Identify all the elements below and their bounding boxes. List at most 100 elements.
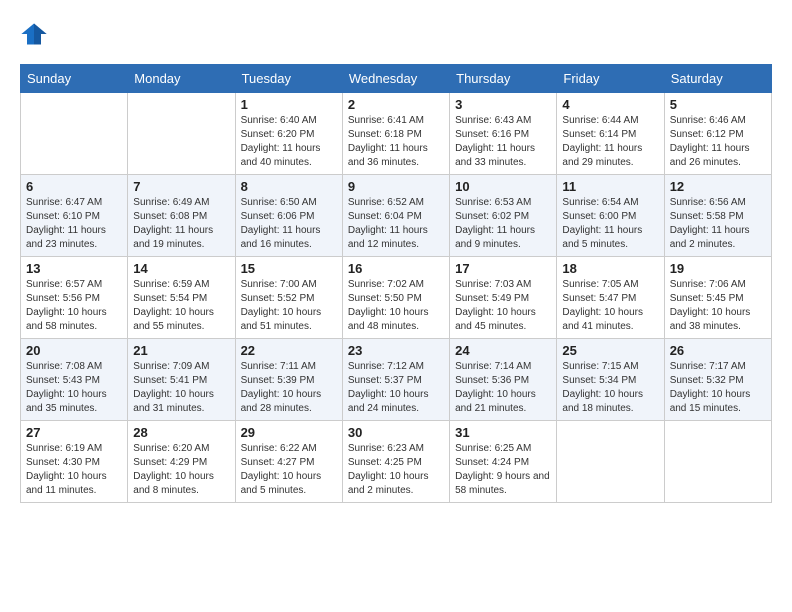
day-info: Sunrise: 7:14 AM Sunset: 5:36 PM Dayligh… xyxy=(455,360,551,416)
day-number: 25 xyxy=(562,343,658,358)
day-number: 14 xyxy=(133,261,229,276)
day-number: 24 xyxy=(455,343,551,358)
day-info: Sunrise: 7:05 AM Sunset: 5:47 PM Dayligh… xyxy=(562,278,658,334)
day-number: 15 xyxy=(241,261,337,276)
day-number: 30 xyxy=(348,425,444,440)
day-number: 8 xyxy=(241,179,337,194)
calendar-week-5: 27 Sunrise: 6:19 AM Sunset: 4:30 PM Dayli… xyxy=(21,421,772,503)
day-info: Sunrise: 7:02 AM Sunset: 5:50 PM Dayligh… xyxy=(348,278,444,334)
day-info: Sunrise: 7:00 AM Sunset: 5:52 PM Dayligh… xyxy=(241,278,337,334)
day-info: Sunrise: 6:43 AM Sunset: 6:16 PM Dayligh… xyxy=(455,114,551,170)
day-info: Sunrise: 7:06 AM Sunset: 5:45 PM Dayligh… xyxy=(670,278,766,334)
day-number: 2 xyxy=(348,97,444,112)
day-info: Sunrise: 6:47 AM Sunset: 6:10 PM Dayligh… xyxy=(26,196,122,252)
calendar-week-1: 1 Sunrise: 6:40 AM Sunset: 6:20 PM Daylig… xyxy=(21,93,772,175)
calendar-cell xyxy=(128,93,235,175)
day-number: 21 xyxy=(133,343,229,358)
calendar-week-3: 13Sunrise: 6:57 AM Sunset: 5:56 PM Dayli… xyxy=(21,257,772,339)
calendar-cell: 16 Sunrise: 7:02 AM Sunset: 5:50 PM Dayli… xyxy=(342,257,449,339)
day-info: Sunrise: 7:17 AM Sunset: 5:32 PM Dayligh… xyxy=(670,360,766,416)
calendar-cell: 21 Sunrise: 7:09 AM Sunset: 5:41 PM Dayli… xyxy=(128,339,235,421)
day-number: 7 xyxy=(133,179,229,194)
logo-icon xyxy=(20,20,48,48)
day-info: Sunrise: 6:59 AM Sunset: 5:54 PM Dayligh… xyxy=(133,278,229,334)
day-number: 22 xyxy=(241,343,337,358)
day-info: Sunrise: 6:40 AM Sunset: 6:20 PM Dayligh… xyxy=(241,114,337,170)
calendar-cell: 6 Sunrise: 6:47 AM Sunset: 6:10 PM Daylig… xyxy=(21,175,128,257)
day-number: 20 xyxy=(26,343,122,358)
day-info: Sunrise: 6:23 AM Sunset: 4:25 PM Dayligh… xyxy=(348,442,444,498)
day-number: 1 xyxy=(241,97,337,112)
column-header-friday: Friday xyxy=(557,65,664,93)
calendar-cell: 5Sunrise: 6:46 AM Sunset: 6:12 PM Daylig… xyxy=(664,93,771,175)
calendar-cell: 17Sunrise: 7:03 AM Sunset: 5:49 PM Dayli… xyxy=(450,257,557,339)
calendar-cell xyxy=(557,421,664,503)
day-number: 12 xyxy=(670,179,766,194)
day-number: 19 xyxy=(670,261,766,276)
day-number: 31 xyxy=(455,425,551,440)
day-number: 26 xyxy=(670,343,766,358)
day-info: Sunrise: 7:12 AM Sunset: 5:37 PM Dayligh… xyxy=(348,360,444,416)
day-info: Sunrise: 6:20 AM Sunset: 4:29 PM Dayligh… xyxy=(133,442,229,498)
calendar-cell: 19 Sunrise: 7:06 AM Sunset: 5:45 PM Dayli… xyxy=(664,257,771,339)
calendar-cell: 29 Sunrise: 6:22 AM Sunset: 4:27 PM Dayli… xyxy=(235,421,342,503)
day-info: Sunrise: 6:50 AM Sunset: 6:06 PM Dayligh… xyxy=(241,196,337,252)
day-number: 23 xyxy=(348,343,444,358)
calendar-cell xyxy=(21,93,128,175)
calendar-cell: 15 Sunrise: 7:00 AM Sunset: 5:52 PM Dayli… xyxy=(235,257,342,339)
day-info: Sunrise: 7:09 AM Sunset: 5:41 PM Dayligh… xyxy=(133,360,229,416)
column-header-wednesday: Wednesday xyxy=(342,65,449,93)
calendar-cell: 9Sunrise: 6:52 AM Sunset: 6:04 PM Daylig… xyxy=(342,175,449,257)
day-number: 9 xyxy=(348,179,444,194)
calendar-cell: 7 Sunrise: 6:49 AM Sunset: 6:08 PM Daylig… xyxy=(128,175,235,257)
day-number: 6 xyxy=(26,179,122,194)
calendar-cell: 12 Sunrise: 6:56 AM Sunset: 5:58 PM Dayli… xyxy=(664,175,771,257)
day-info: Sunrise: 7:08 AM Sunset: 5:43 PM Dayligh… xyxy=(26,360,122,416)
day-info: Sunrise: 7:03 AM Sunset: 5:49 PM Dayligh… xyxy=(455,278,551,334)
calendar-cell: 24 Sunrise: 7:14 AM Sunset: 5:36 PM Dayli… xyxy=(450,339,557,421)
day-info: Sunrise: 6:56 AM Sunset: 5:58 PM Dayligh… xyxy=(670,196,766,252)
day-number: 5 xyxy=(670,97,766,112)
calendar-week-2: 6 Sunrise: 6:47 AM Sunset: 6:10 PM Daylig… xyxy=(21,175,772,257)
calendar-cell xyxy=(664,421,771,503)
day-number: 16 xyxy=(348,261,444,276)
calendar-cell: 27 Sunrise: 6:19 AM Sunset: 4:30 PM Dayli… xyxy=(21,421,128,503)
day-number: 29 xyxy=(241,425,337,440)
calendar-cell: 8 Sunrise: 6:50 AM Sunset: 6:06 PM Daylig… xyxy=(235,175,342,257)
calendar-cell: 3 Sunrise: 6:43 AM Sunset: 6:16 PM Daylig… xyxy=(450,93,557,175)
column-header-sunday: Sunday xyxy=(21,65,128,93)
day-info: Sunrise: 6:22 AM Sunset: 4:27 PM Dayligh… xyxy=(241,442,337,498)
calendar-cell: 22 Sunrise: 7:11 AM Sunset: 5:39 PM Dayli… xyxy=(235,339,342,421)
calendar-cell: 28Sunrise: 6:20 AM Sunset: 4:29 PM Dayli… xyxy=(128,421,235,503)
page-header xyxy=(20,20,772,48)
calendar-cell: 13Sunrise: 6:57 AM Sunset: 5:56 PM Dayli… xyxy=(21,257,128,339)
calendar-table: SundayMondayTuesdayWednesdayThursdayFrid… xyxy=(20,64,772,503)
day-number: 27 xyxy=(26,425,122,440)
day-number: 18 xyxy=(562,261,658,276)
logo xyxy=(20,20,52,48)
day-info: Sunrise: 6:41 AM Sunset: 6:18 PM Dayligh… xyxy=(348,114,444,170)
day-info: Sunrise: 6:57 AM Sunset: 5:56 PM Dayligh… xyxy=(26,278,122,334)
calendar-cell: 30 Sunrise: 6:23 AM Sunset: 4:25 PM Dayli… xyxy=(342,421,449,503)
calendar-cell: 2 Sunrise: 6:41 AM Sunset: 6:18 PM Daylig… xyxy=(342,93,449,175)
calendar-cell: 4Sunrise: 6:44 AM Sunset: 6:14 PM Daylig… xyxy=(557,93,664,175)
day-info: Sunrise: 6:54 AM Sunset: 6:00 PM Dayligh… xyxy=(562,196,658,252)
day-info: Sunrise: 7:11 AM Sunset: 5:39 PM Dayligh… xyxy=(241,360,337,416)
calendar-header-row: SundayMondayTuesdayWednesdayThursdayFrid… xyxy=(21,65,772,93)
calendar-cell: 1 Sunrise: 6:40 AM Sunset: 6:20 PM Daylig… xyxy=(235,93,342,175)
calendar-cell: 23 Sunrise: 7:12 AM Sunset: 5:37 PM Dayli… xyxy=(342,339,449,421)
calendar-cell: 20 Sunrise: 7:08 AM Sunset: 5:43 PM Dayli… xyxy=(21,339,128,421)
day-info: Sunrise: 7:15 AM Sunset: 5:34 PM Dayligh… xyxy=(562,360,658,416)
day-info: Sunrise: 6:44 AM Sunset: 6:14 PM Dayligh… xyxy=(562,114,658,170)
calendar-cell: 14 Sunrise: 6:59 AM Sunset: 5:54 PM Dayli… xyxy=(128,257,235,339)
day-info: Sunrise: 6:19 AM Sunset: 4:30 PM Dayligh… xyxy=(26,442,122,498)
day-info: Sunrise: 6:53 AM Sunset: 6:02 PM Dayligh… xyxy=(455,196,551,252)
calendar-week-4: 20 Sunrise: 7:08 AM Sunset: 5:43 PM Dayli… xyxy=(21,339,772,421)
calendar-cell: 10Sunrise: 6:53 AM Sunset: 6:02 PM Dayli… xyxy=(450,175,557,257)
day-number: 3 xyxy=(455,97,551,112)
column-header-monday: Monday xyxy=(128,65,235,93)
calendar-cell: 31 Sunrise: 6:25 AM Sunset: 4:24 PM Dayli… xyxy=(450,421,557,503)
day-info: Sunrise: 6:25 AM Sunset: 4:24 PM Dayligh… xyxy=(455,442,551,498)
day-number: 11 xyxy=(562,179,658,194)
day-info: Sunrise: 6:49 AM Sunset: 6:08 PM Dayligh… xyxy=(133,196,229,252)
